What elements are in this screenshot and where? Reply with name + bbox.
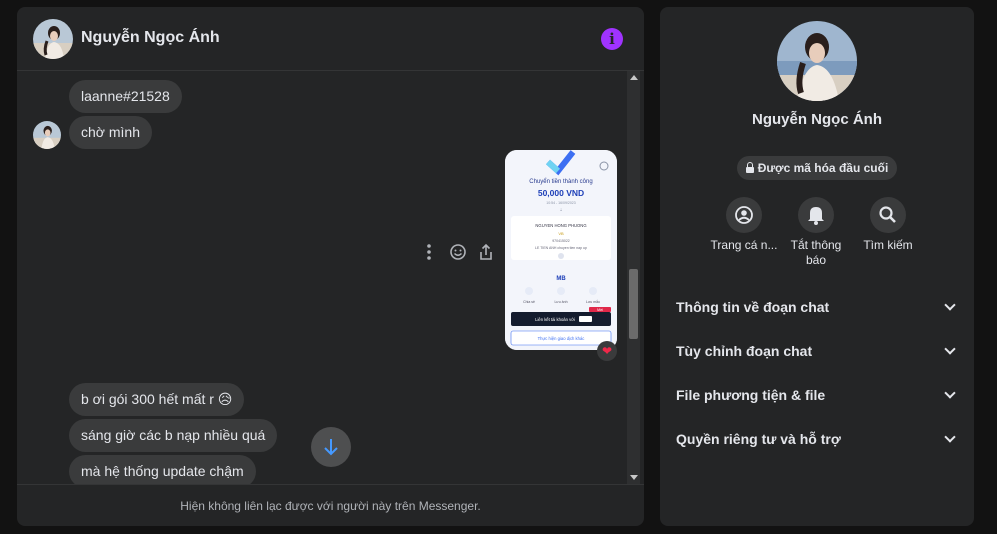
section-label: Thông tin về đoạn chat	[676, 299, 830, 315]
new-tag: Mới	[597, 308, 603, 312]
mute-label-line-1: Tắt thông	[790, 238, 842, 252]
share-label: Chia sẻ	[523, 300, 535, 304]
heart-reaction-icon[interactable]: ❤	[597, 341, 617, 361]
scroll-up-arrow-icon[interactable]	[630, 75, 638, 80]
avatar[interactable]	[33, 19, 73, 59]
bell-icon	[798, 197, 834, 233]
chevron-down-icon	[944, 299, 956, 311]
avatar[interactable]	[777, 21, 857, 101]
svg-text:⇣: ⇣	[559, 207, 562, 212]
section-label: Tùy chỉnh đoạn chat	[676, 343, 813, 359]
section-chat-info[interactable]: Thông tin về đoạn chat	[676, 291, 958, 323]
avatar	[33, 121, 61, 149]
image-message[interactable]: Chuyển tiền thành công 50,000 VND 10:54 …	[505, 150, 617, 350]
search-button[interactable]: Tìm kiếm	[850, 197, 926, 253]
info-icon[interactable]: i	[601, 28, 623, 50]
chevron-down-icon	[944, 343, 956, 355]
action-label: Tắt thông báo	[778, 238, 854, 268]
message-bubble[interactable]: chờ mình	[69, 116, 152, 149]
unavailable-notice: Hiện không liên lạc được với người này t…	[17, 484, 644, 526]
action-label: Trang cá n...	[710, 238, 778, 252]
template-label: Lưu mẫu	[586, 299, 600, 304]
message-bubble[interactable]: b ơi gói 300 hết mất r 😥	[69, 383, 245, 416]
chevron-down-icon	[944, 431, 956, 443]
section-media-files[interactable]: File phương tiện & file	[676, 379, 958, 411]
save-label: Lưu ảnh	[554, 300, 567, 304]
action-label: Tìm kiếm	[863, 238, 913, 252]
cta-label: Thực hiện giao dịch khác	[538, 336, 585, 341]
search-icon	[870, 197, 906, 233]
profile-icon	[726, 197, 762, 233]
encryption-badge[interactable]: Được mã hóa đầu cuối	[737, 156, 897, 180]
section-label: File phương tiện & file	[676, 387, 826, 403]
contact-name[interactable]: Nguyễn Ngọc Ánh	[81, 29, 220, 47]
message-bubble[interactable]: laanne#21528	[69, 80, 182, 113]
message-bubble[interactable]: mà hệ thống update chậm	[69, 455, 256, 484]
transfer-account: 970415022	[552, 239, 570, 243]
transfer-recipient: NGUYEN HONG PHUONG	[535, 223, 586, 228]
lock-icon	[745, 162, 754, 173]
scroll-to-bottom-button[interactable]	[311, 427, 351, 467]
section-privacy-support[interactable]: Quyền riêng tư và hỗ trợ	[676, 423, 958, 455]
section-customize-chat[interactable]: Tùy chỉnh đoạn chat	[676, 335, 958, 367]
chevron-down-icon	[944, 387, 956, 399]
message-list: laanne#21528 chờ mình Chuyển tiền thành …	[17, 71, 627, 484]
emoji-icon[interactable]	[448, 240, 468, 264]
scrollbar-thumb[interactable]	[629, 269, 638, 339]
transfer-title: Chuyển tiền thành công	[529, 178, 592, 185]
profile-name: Nguyễn Ngọc Ánh	[752, 111, 882, 128]
info-panel: Nguyễn Ngọc Ánh Được mã hóa đầu cuối Tra…	[660, 7, 974, 526]
more-icon[interactable]	[419, 240, 439, 264]
transfer-datetime: 10:54 - 16/09/2023	[546, 201, 575, 205]
encryption-label: Được mã hóa đầu cuối	[757, 161, 889, 175]
scroll-down-arrow-icon[interactable]	[630, 475, 638, 480]
bank-logo: MB	[556, 276, 566, 282]
profile-button[interactable]: Trang cá n...	[706, 197, 782, 253]
transfer-bank: VB	[558, 231, 564, 236]
chat-header: Nguyễn Ngọc Ánh i	[17, 7, 644, 71]
share-icon[interactable]	[476, 240, 496, 264]
transfer-amount: 50,000 VND	[538, 188, 584, 198]
mute-label-line-2: báo	[805, 253, 827, 267]
chat-panel: Nguyễn Ngọc Ánh i laanne#21528 chờ mình	[17, 7, 644, 526]
section-label: Quyền riêng tư và hỗ trợ	[676, 431, 841, 447]
link-banner: Liên kết tài khoản với	[535, 317, 575, 322]
message-bubble[interactable]: sáng giờ các b nạp nhiều quá	[69, 419, 278, 452]
transfer-note: LE TIEN ANH chuyen tien nap up	[535, 246, 587, 250]
scrollbar[interactable]	[627, 71, 640, 484]
mute-button[interactable]: Tắt thông báo	[778, 197, 854, 268]
